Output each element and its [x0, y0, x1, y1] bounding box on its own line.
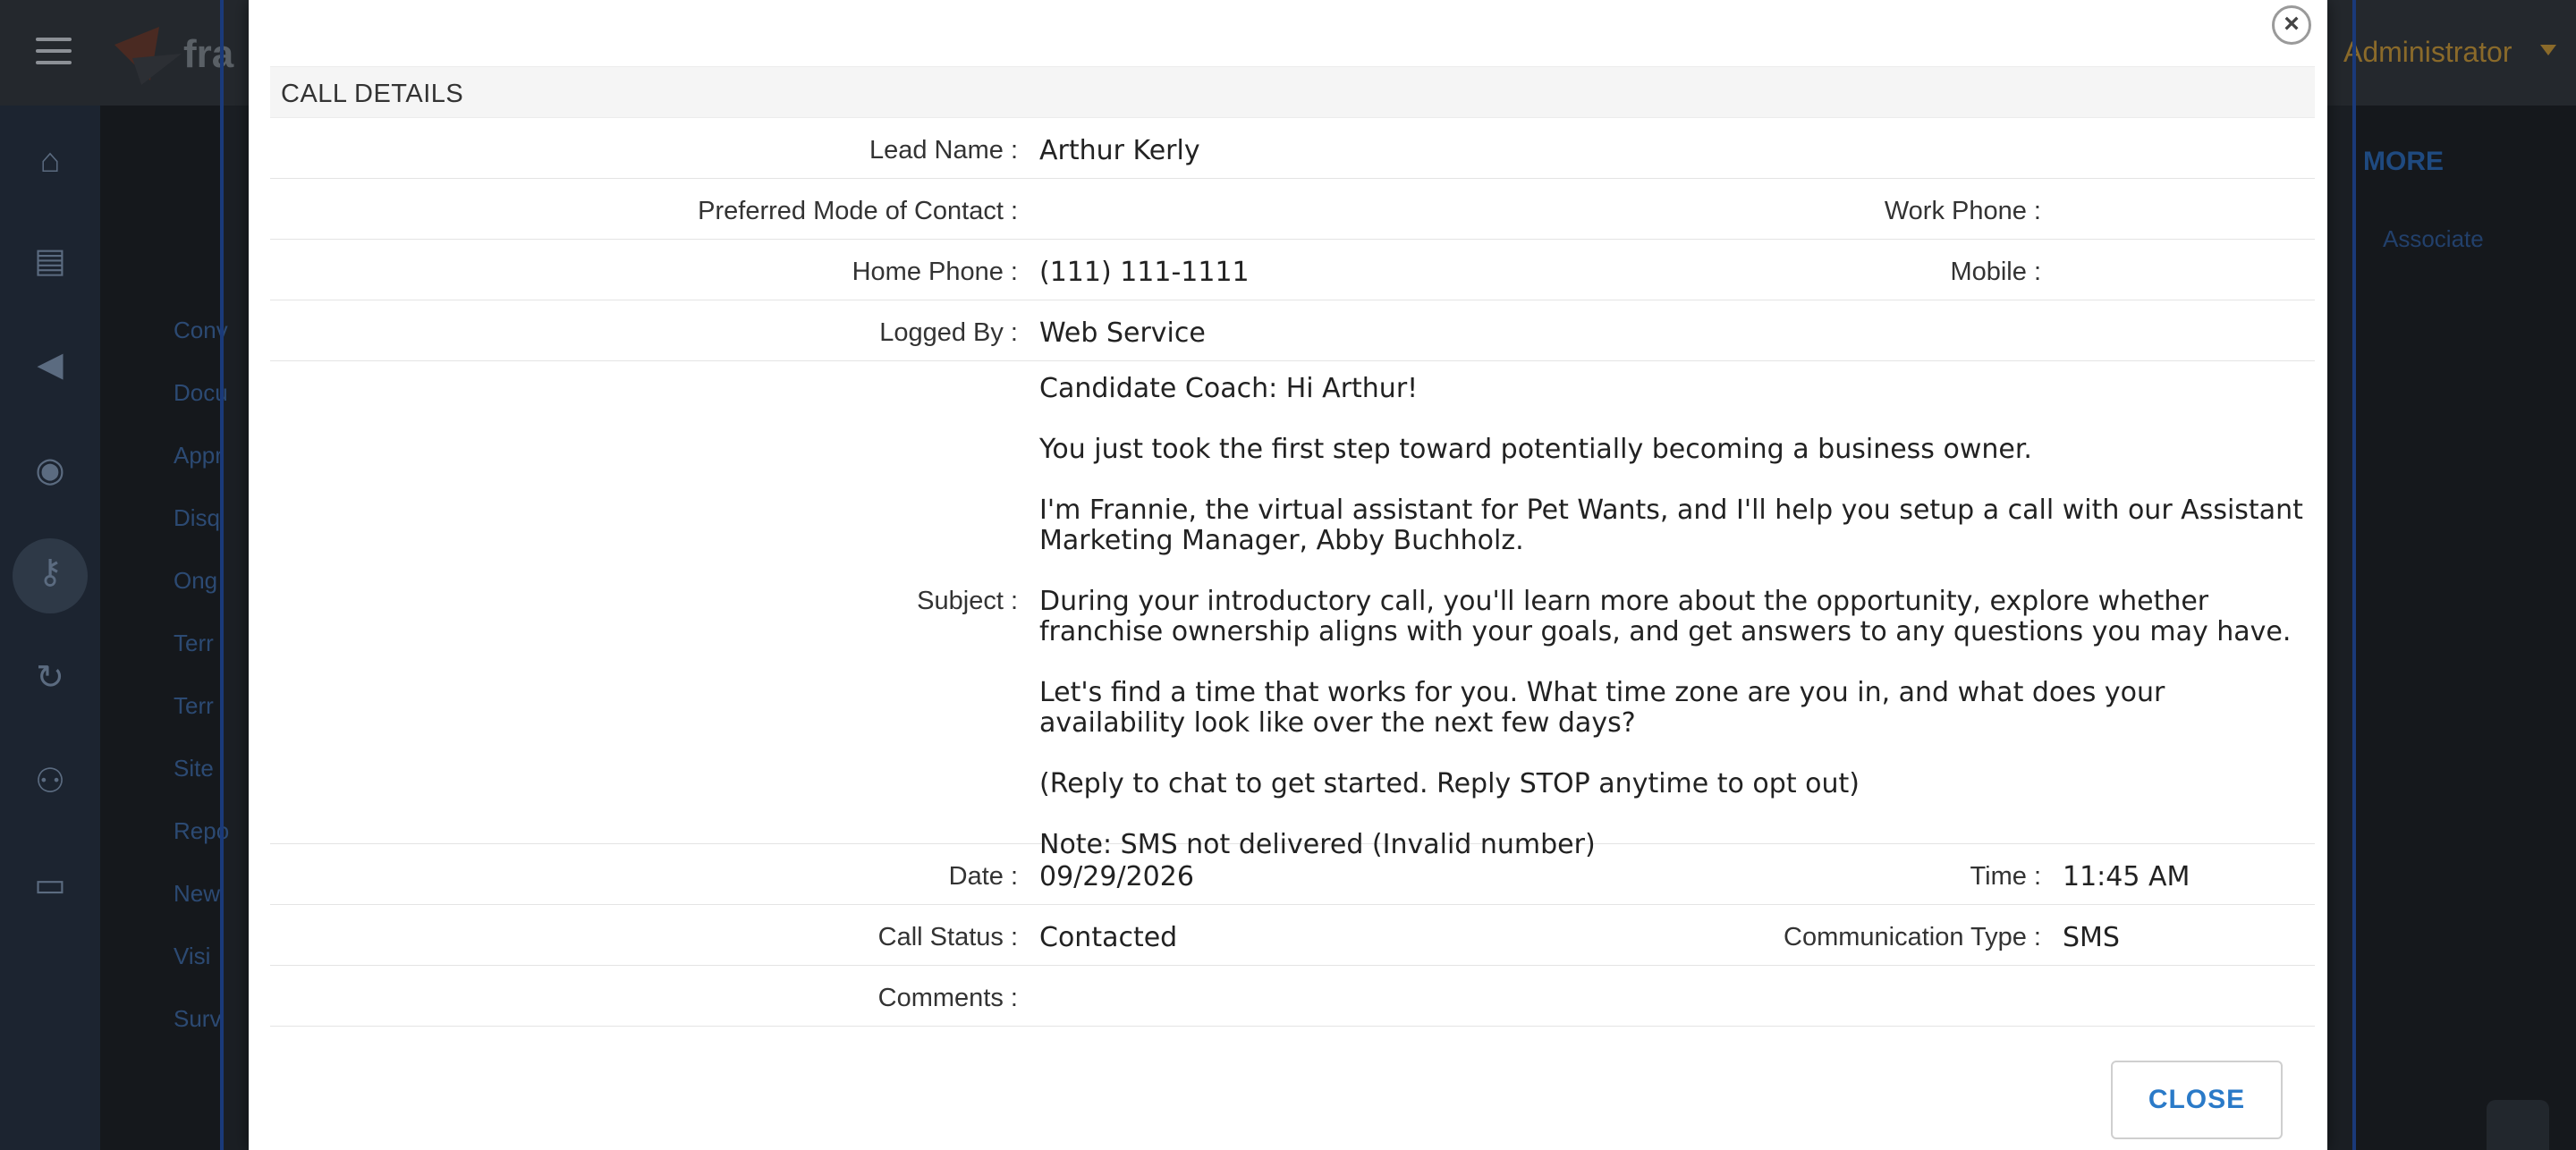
preferred-mode-label: Preferred Mode of Contact : [698, 197, 1018, 225]
call-details-modal: × CALL DETAILS Lead Name : Arthur Kerly … [249, 0, 2327, 1150]
logged-by-label: Logged By : [879, 318, 1018, 347]
close-icon[interactable]: × [2272, 5, 2311, 45]
call-status-label: Call Status : [877, 923, 1018, 951]
field-row-status: Call Status : Contacted Communication Ty… [270, 905, 2315, 966]
modal-frame-left [220, 0, 224, 1150]
lead-name-value: Arthur Kerly [1039, 135, 1200, 166]
field-row-subject: Subject : Candidate Coach: Hi Arthur! Yo… [270, 361, 2315, 860]
lead-name-label: Lead Name : [869, 136, 1018, 165]
field-row-phones: Home Phone : (111) 111-1111 Mobile : [270, 240, 2315, 300]
left-nav-link[interactable]: Surv [174, 1005, 221, 1033]
left-nav-link[interactable]: Terr [174, 692, 214, 720]
support-icon[interactable]: ▭ [30, 866, 70, 905]
subject-paragraph: (Reply to chat to get started. Reply STO… [1039, 768, 1860, 799]
field-row-date-time: Date : 09/29/2026 Time : 11:45 AM [270, 844, 2315, 905]
date-label: Date : [948, 862, 1018, 891]
mobile-label: Mobile : [1950, 258, 2041, 286]
time-value: 11:45 AM [2063, 861, 2190, 892]
home-phone-label: Home Phone : [852, 258, 1018, 286]
home-icon[interactable]: ⌂ [30, 141, 70, 181]
field-row-contact: Preferred Mode of Contact : Work Phone : [270, 179, 2315, 240]
megaphone-icon[interactable]: ◀ [30, 345, 70, 385]
subject-paragraph: I'm Frannie, the virtual assistant for P… [1039, 495, 2303, 556]
date-value: 09/29/2026 [1039, 861, 1194, 892]
subject-paragraph: During your introductory call, you'll le… [1039, 586, 2292, 647]
subject-paragraph: You just took the first step toward pote… [1039, 434, 2032, 465]
subject-paragraph: Let's find a time that works for you. Wh… [1039, 677, 2165, 739]
left-nav-link[interactable]: New [174, 880, 220, 908]
right-content-panel [2354, 106, 2576, 1150]
chat-icon[interactable]: ▤ [30, 241, 70, 281]
user-menu[interactable]: Administrator [2343, 36, 2512, 69]
scroll-to-top-button[interactable] [2487, 1100, 2549, 1150]
left-nav-link[interactable]: Site [174, 755, 214, 782]
org-chart-icon[interactable]: ⚇ [30, 762, 70, 801]
more-button[interactable]: MORE [2363, 147, 2444, 177]
left-nav-link[interactable]: Visi [174, 943, 210, 970]
call-status-value: Contacted [1039, 922, 1178, 953]
logged-by-value: Web Service [1039, 317, 1206, 349]
modal-frame-right [2352, 0, 2356, 1150]
field-row-comments: Comments : [270, 966, 2315, 1027]
left-nav-link[interactable]: Appr [174, 442, 223, 469]
section-title: CALL DETAILS [281, 80, 464, 108]
chevron-down-icon[interactable] [2540, 45, 2556, 55]
sidebar: ⌂ ▤ ◀ ◉ ⚷ ↻ ⚇ ▭ [0, 106, 100, 1150]
field-row-lead-name: Lead Name : Arthur Kerly [270, 118, 2315, 179]
communication-type-label: Communication Type : [1784, 923, 2041, 951]
left-nav-link[interactable]: Disq [174, 504, 220, 532]
subject-paragraph: Candidate Coach: Hi Arthur! [1039, 373, 1419, 404]
work-phone-label: Work Phone : [1884, 197, 2041, 225]
left-content-panel: Conv Docu Appr Disq Ong Terr Terr Site R… [100, 106, 229, 1150]
associate-link[interactable]: Associate [2383, 225, 2484, 253]
home-phone-value: (111) 111-1111 [1039, 257, 1250, 288]
subject-label: Subject : [917, 587, 1018, 615]
left-nav-link[interactable]: Ong [174, 567, 217, 595]
left-nav-link[interactable]: Terr [174, 630, 214, 657]
key-icon[interactable]: ⚷ [30, 553, 70, 592]
communication-type-value: SMS [2063, 922, 2120, 953]
subject-value: Candidate Coach: Hi Arthur! You just too… [1039, 374, 2309, 860]
time-label: Time : [1970, 862, 2041, 891]
leads-icon[interactable]: ◉ [30, 451, 70, 490]
field-row-logged-by: Logged By : Web Service [270, 300, 2315, 361]
brand-logo-text: fra [183, 32, 234, 76]
section-header: CALL DETAILS [270, 66, 2315, 118]
close-button[interactable]: CLOSE [2111, 1061, 2283, 1139]
comments-label: Comments : [877, 984, 1018, 1012]
brand-logo-icon [114, 27, 182, 85]
hamburger-menu-icon[interactable] [36, 38, 72, 64]
refresh-icon[interactable]: ↻ [30, 658, 70, 698]
